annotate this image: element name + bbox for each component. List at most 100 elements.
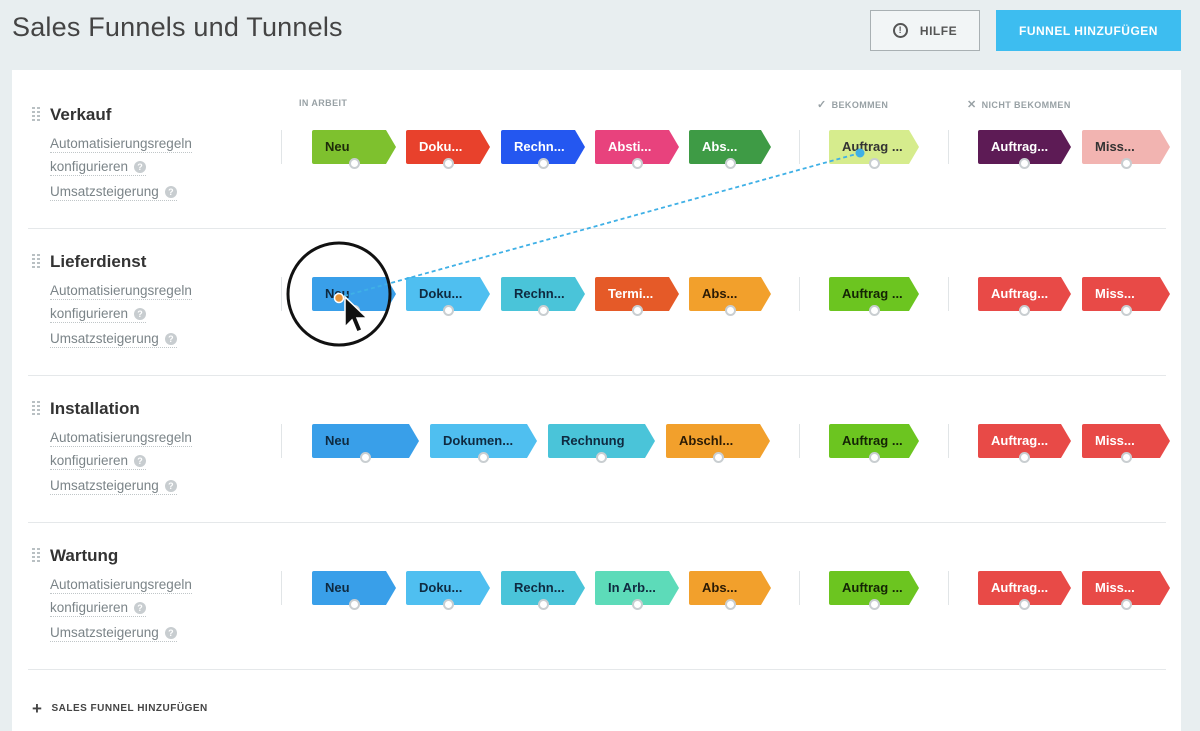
stage-chip[interactable]: Neu xyxy=(312,424,419,463)
lost-stage-chip[interactable]: Auftrag... xyxy=(978,277,1071,316)
stage-chip[interactable]: Doku... xyxy=(406,571,490,610)
upsell-link[interactable]: Umsatzsteigerung? xyxy=(50,330,177,348)
stage-connector-handle[interactable] xyxy=(712,452,724,463)
stage-connector-handle[interactable] xyxy=(631,305,643,316)
lost-stage-chip[interactable]: Auftrag... xyxy=(978,424,1071,463)
automation-rules-link[interactable]: Automatisierungsregeln xyxy=(50,576,192,594)
question-icon[interactable]: ? xyxy=(134,161,147,174)
question-icon[interactable]: ? xyxy=(134,602,147,615)
add-funnel-button[interactable]: FUNNEL HINZUFÜGEN xyxy=(996,10,1181,51)
stage-chip[interactable]: Doku... xyxy=(406,130,490,169)
stage-label: In Arb... xyxy=(608,580,656,595)
won-stage-chip[interactable]: Auftrag ... xyxy=(829,571,919,610)
won-stage-chip[interactable]: Auftrag ... xyxy=(829,424,919,463)
won-stage-chip[interactable]: Auftrag ... xyxy=(829,130,919,169)
stage-connector-handle[interactable] xyxy=(478,452,489,463)
lost-stage-chip[interactable]: Miss... xyxy=(1082,571,1170,610)
drag-handle-icon[interactable] xyxy=(32,254,40,268)
lost-stage-chip[interactable]: Miss... xyxy=(1082,424,1170,463)
lost-stage-chip[interactable]: Miss... xyxy=(1082,130,1170,169)
stage-connector-handle[interactable] xyxy=(442,158,454,169)
stage-connector-handle[interactable] xyxy=(442,599,454,610)
question-icon[interactable]: ? xyxy=(134,308,147,321)
upsell-link[interactable]: Umsatzsteigerung? xyxy=(50,624,177,642)
stage-chip[interactable]: Dokumen... xyxy=(430,424,537,463)
stage-connector-handle[interactable] xyxy=(868,599,880,610)
stage-chip[interactable]: In Arb... xyxy=(595,571,679,610)
stage-chip[interactable]: Absti... xyxy=(595,130,679,169)
help-button[interactable]: ! HILFE xyxy=(870,10,980,51)
stage-connector-handle[interactable] xyxy=(1120,452,1132,463)
info-icon: ! xyxy=(892,23,908,38)
add-sales-funnel-button[interactable]: + SALES FUNNEL HINZUFÜGEN xyxy=(32,700,208,717)
stage-chip[interactable]: Termi... xyxy=(595,277,679,316)
stage-connector-handle[interactable] xyxy=(724,599,736,610)
stage-chip[interactable]: Rechn... xyxy=(501,130,585,169)
stage-connector-handle[interactable] xyxy=(596,452,607,463)
question-icon[interactable]: ? xyxy=(164,186,177,199)
question-icon[interactable]: ? xyxy=(134,455,147,468)
upsell-link[interactable]: Umsatzsteigerung? xyxy=(50,477,177,495)
stage-connector-handle[interactable] xyxy=(348,158,360,169)
upsell-label: Umsatzsteigerung xyxy=(50,331,159,346)
automation-rules-link[interactable]: Automatisierungsregeln xyxy=(50,429,192,447)
configure-link[interactable]: konfigurieren? xyxy=(50,305,147,323)
stage-connector-handle[interactable] xyxy=(1019,452,1030,463)
stage-chip[interactable]: Neu xyxy=(312,130,396,169)
stage-connector-handle[interactable] xyxy=(537,305,549,316)
stage-connector-handle[interactable] xyxy=(442,305,454,316)
lost-stage-chip[interactable]: Auftrag... xyxy=(978,130,1071,169)
stage-connector-handle[interactable] xyxy=(1120,599,1132,610)
stage-label: Dokumen... xyxy=(443,433,514,448)
configure-link[interactable]: konfigurieren? xyxy=(50,452,147,470)
stage-chip[interactable]: Rechn... xyxy=(501,277,585,316)
stage-connector-handle[interactable] xyxy=(360,452,371,463)
stage-chip[interactable]: Abs... xyxy=(689,571,771,610)
configure-link[interactable]: konfigurieren? xyxy=(50,158,147,176)
stage-connector-handle[interactable] xyxy=(1019,305,1030,316)
stage-connector-handle[interactable] xyxy=(724,158,736,169)
stage-chip[interactable]: Neu xyxy=(312,571,396,610)
configure-link[interactable]: konfigurieren? xyxy=(50,599,147,617)
question-icon[interactable]: ? xyxy=(164,333,177,346)
stage-connector-handle[interactable] xyxy=(868,452,880,463)
lost-stage-chip[interactable]: Miss... xyxy=(1082,277,1170,316)
stage-connector-handle[interactable] xyxy=(1019,158,1030,169)
question-icon[interactable]: ? xyxy=(164,480,177,493)
funnel-name: Lieferdienst xyxy=(50,252,147,271)
automation-rules-link[interactable]: Automatisierungsregeln xyxy=(50,282,192,300)
upsell-link[interactable]: Umsatzsteigerung? xyxy=(50,183,177,201)
stage-connector-handle[interactable] xyxy=(631,599,643,610)
stage-chip[interactable]: Abschl... xyxy=(666,424,770,463)
stage-connector-handle[interactable] xyxy=(868,158,880,169)
add-funnel-button-label: FUNNEL HINZUFÜGEN xyxy=(1019,23,1158,38)
stage-connector-handle[interactable] xyxy=(724,305,736,316)
stage-connector-handle[interactable] xyxy=(348,305,360,316)
stage-connector-handle[interactable] xyxy=(1019,599,1030,610)
stage-connector-handle[interactable] xyxy=(868,305,880,316)
automation-rules-link[interactable]: Automatisierungsregeln xyxy=(50,135,192,153)
add-sales-funnel-label: SALES FUNNEL HINZUFÜGEN xyxy=(51,703,208,714)
stage-chip[interactable]: Abs... xyxy=(689,277,771,316)
stage-chip[interactable]: Rechn... xyxy=(501,571,585,610)
stage-connector-handle[interactable] xyxy=(537,599,549,610)
stage-label: Doku... xyxy=(419,580,463,595)
stage-chip[interactable]: Abs... xyxy=(689,130,771,169)
stage-connector-handle[interactable] xyxy=(1120,305,1132,316)
won-stage-chip[interactable]: Auftrag ... xyxy=(829,277,919,316)
stage-label: Neu xyxy=(325,580,350,595)
stage-chip[interactable]: Rechnung xyxy=(548,424,655,463)
stage-connector-handle[interactable] xyxy=(1120,158,1132,169)
stage-connector-handle[interactable] xyxy=(631,158,643,169)
stage-connector-handle[interactable] xyxy=(537,158,549,169)
stage-label: Doku... xyxy=(419,139,463,154)
stage-chip[interactable]: Neu xyxy=(312,277,396,316)
drag-handle-icon[interactable] xyxy=(32,401,40,415)
column-separator xyxy=(799,424,800,458)
stage-chip[interactable]: Doku... xyxy=(406,277,490,316)
lost-stage-chip[interactable]: Auftrag... xyxy=(978,571,1071,610)
drag-handle-icon[interactable] xyxy=(32,548,40,562)
drag-handle-icon[interactable] xyxy=(32,107,40,121)
question-icon[interactable]: ? xyxy=(164,627,177,640)
stage-connector-handle[interactable] xyxy=(348,599,360,610)
